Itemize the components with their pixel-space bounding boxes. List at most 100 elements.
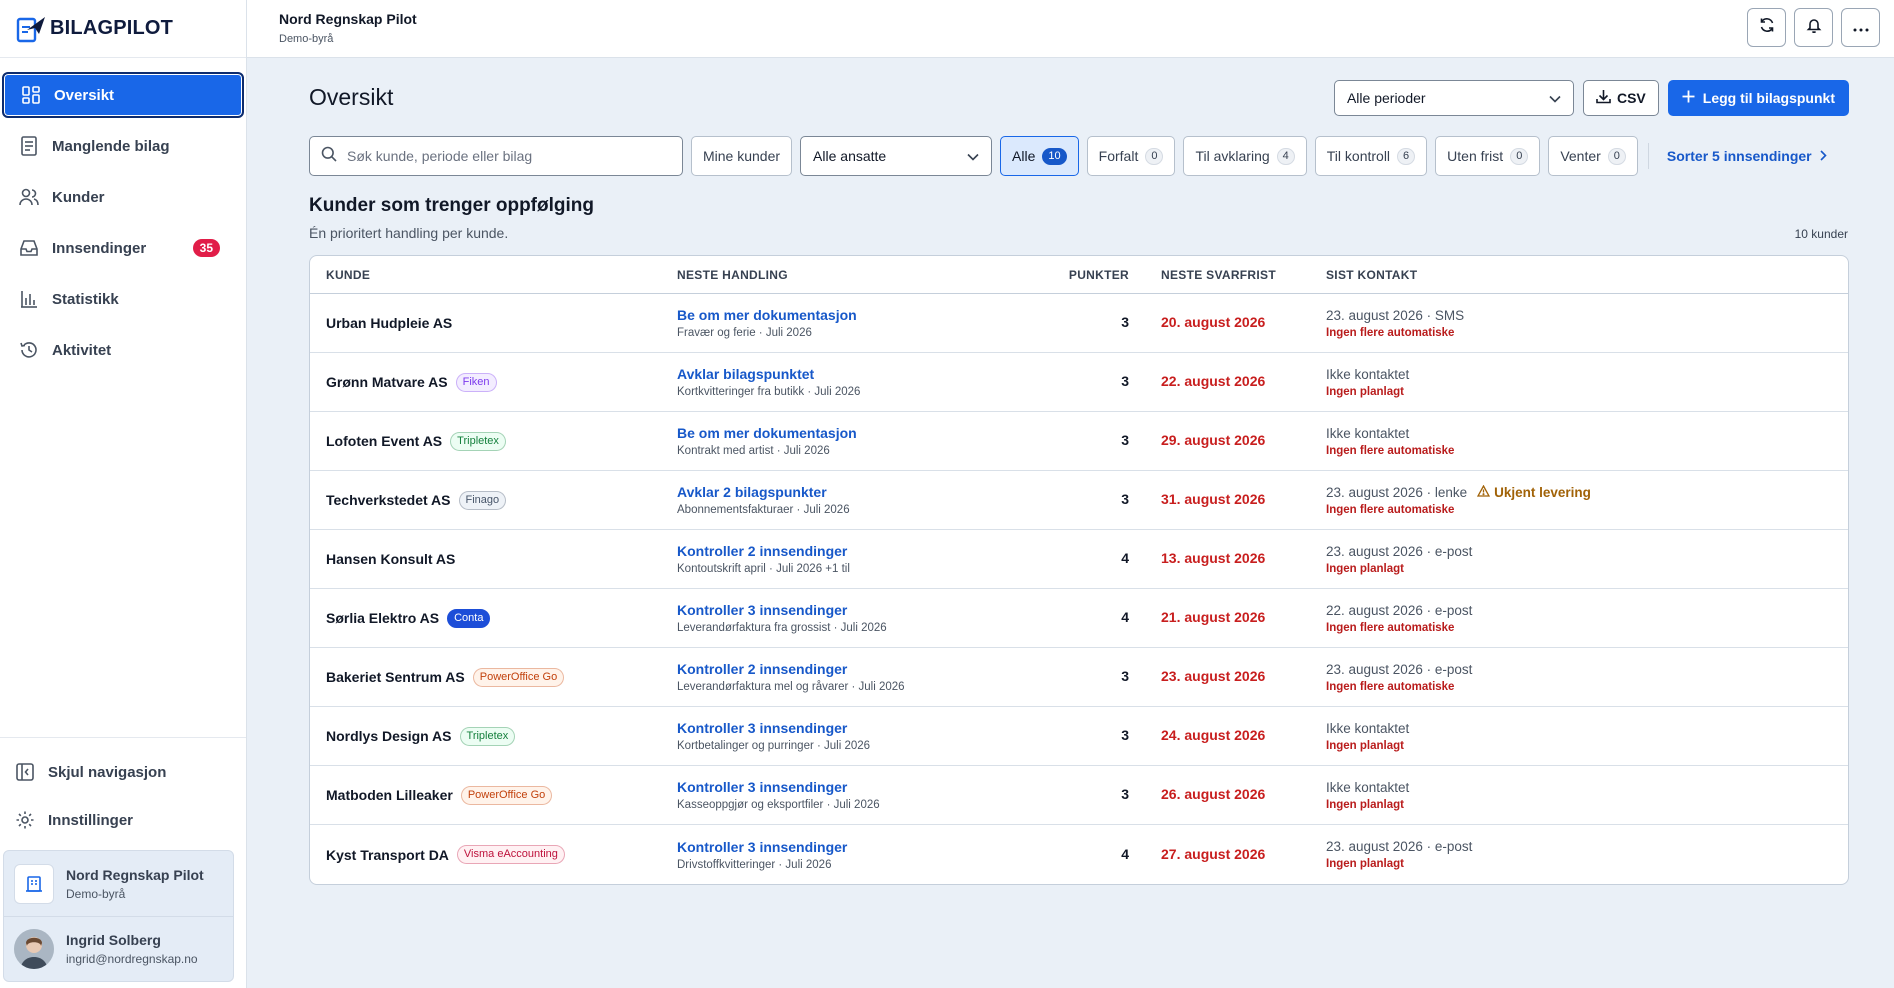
next-action-link[interactable]: Kontroller 3 innsendinger <box>677 720 1061 736</box>
next-action-detail: Kortkvitteringer fra butikk · Juli 2026 <box>677 386 861 398</box>
more-options-button[interactable] <box>1841 8 1880 47</box>
export-csv-button[interactable]: CSV <box>1582 80 1659 116</box>
next-action-cell: Be om mer dokumentasjon Kontrakt med arti… <box>677 425 1061 457</box>
next-action-link[interactable]: Kontroller 3 innsendinger <box>677 602 1061 618</box>
nav-item-innsendinger[interactable]: Innsendinger 35 <box>2 225 244 271</box>
refresh-button[interactable] <box>1747 8 1786 47</box>
search-field[interactable] <box>309 136 683 176</box>
accounting-system-tag: Conta <box>447 608 491 628</box>
next-action-link[interactable]: Avklar bilagspunktet <box>677 366 1061 382</box>
nav-item-kunder[interactable]: Kunder <box>2 174 244 220</box>
chart-icon <box>18 288 40 310</box>
sort-submissions-link[interactable]: Sorter 5 innsendinger <box>1667 148 1827 164</box>
customer-count: 10 kunder <box>1794 227 1848 241</box>
customer-name[interactable]: Hansen Konsult AS <box>326 551 455 567</box>
search-input[interactable] <box>347 148 647 164</box>
table-row[interactable]: Hansen Konsult AS Kontroller 2 innsending… <box>310 530 1848 589</box>
my-customers-label: Mine kunder <box>703 148 781 164</box>
column-header-punkter[interactable]: PUNKTER <box>1061 268 1129 282</box>
table-row[interactable]: Techverkstedet AS Finago Avklar 2 bilagspu… <box>310 471 1848 530</box>
table-row[interactable]: Sørlia Elektro AS Conta Kontroller 3 innse… <box>310 589 1848 648</box>
settings-button[interactable]: Innstillinger <box>0 796 246 844</box>
page-title: Oversikt <box>309 84 394 110</box>
next-action-link[interactable]: Be om mer dokumentasjon <box>677 425 1061 441</box>
settings-label: Innstillinger <box>48 811 134 829</box>
customer-name[interactable]: Nordlys Design AS <box>326 728 452 744</box>
due-date-cell: 31. august 2026 <box>1129 491 1326 509</box>
plus-icon <box>1682 90 1695 106</box>
table-row[interactable]: Matboden Lilleaker PowerOffice Go Kontroll… <box>310 766 1848 825</box>
points-value: 3 <box>1121 786 1129 802</box>
last-contact: Ikke kontaktet <box>1326 366 1410 382</box>
nav-item-oversikt[interactable]: Oversikt <box>2 72 244 118</box>
next-action-link[interactable]: Avklar 2 bilagspunkter <box>677 484 1061 500</box>
accounting-system-tag: Fiken <box>455 372 497 392</box>
nav-item-aktivitet[interactable]: Aktivitet <box>2 327 244 373</box>
hide-navigation-button[interactable]: Skjul navigasjon <box>0 748 246 796</box>
customer-name[interactable]: Urban Hudpleie AS <box>326 315 452 331</box>
filter-chip-count: 0 <box>1510 147 1529 165</box>
organization-subtitle: Demo-byrå <box>279 33 334 45</box>
accounting-system-tag: Visma eAccounting <box>456 845 565 864</box>
column-header-sist-kontakt[interactable]: SIST KONTAKT <box>1326 268 1848 282</box>
filter-chip-til-avklaring[interactable]: Til avklaring 4 <box>1183 136 1307 176</box>
points-value: 4 <box>1121 609 1129 625</box>
filter-chip-count: 4 <box>1276 147 1295 165</box>
column-header-kunde[interactable]: KUNDE <box>310 268 677 282</box>
last-contact: Ikke kontaktet <box>1326 779 1410 795</box>
add-voucher-item-button[interactable]: Legg til bilagspunkt <box>1667 80 1849 116</box>
inbox-icon <box>18 237 40 259</box>
customer-name[interactable]: Sørlia Elektro AS <box>326 610 439 626</box>
next-action-cell: Kontroller 3 innsendinger Kasseoppgjør og… <box>677 779 1061 811</box>
employees-select[interactable]: Alle ansatte <box>800 136 993 176</box>
my-customers-button[interactable]: Mine kunder <box>691 136 793 176</box>
next-action-link[interactable]: Kontroller 3 innsendinger <box>677 839 1061 855</box>
next-action-link[interactable]: Be om mer dokumentasjon <box>677 307 1061 323</box>
brand-logo[interactable]: BILAGPILOT <box>0 0 246 58</box>
filter-chip-til-kontroll[interactable]: Til kontroll 6 <box>1314 136 1428 176</box>
notifications-button[interactable] <box>1794 8 1833 47</box>
delivery-warning-label: Ukjent levering <box>1494 484 1591 500</box>
bell-icon <box>1806 17 1822 38</box>
table-row[interactable]: Urban Hudpleie AS Be om mer dokumentasjon… <box>310 294 1848 353</box>
filter-chip-forfalt[interactable]: Forfalt 0 <box>1086 136 1176 176</box>
period-select-value: Alle perioder <box>1346 90 1426 106</box>
filter-chip-uten-frist[interactable]: Uten frist 0 <box>1435 136 1541 176</box>
due-date-cell: 29. august 2026 <box>1129 432 1326 450</box>
period-select[interactable]: Alle perioder <box>1333 80 1574 116</box>
customer-name[interactable]: Techverkstedet AS <box>326 492 451 508</box>
user-menu[interactable]: Ingrid Solberg ingrid@nordregnskap.no <box>4 916 233 981</box>
points-cell: 3 <box>1061 373 1129 391</box>
nav-item-label: Oversikt <box>54 86 115 104</box>
customer-name[interactable]: Bakeriet Sentrum AS <box>326 669 465 685</box>
last-contact-cell: 23. august 2026 · e-post Ingen flere auto… <box>1326 662 1848 693</box>
section-subtitle: Én prioritert handling per kunde. <box>309 225 509 241</box>
customer-name[interactable]: Grønn Matvare AS <box>326 374 448 390</box>
table-row[interactable]: Lofoten Event AS Tripletex Be om mer dokum… <box>310 412 1848 471</box>
filter-chip-alle[interactable]: Alle 10 <box>1000 136 1079 176</box>
customer-cell: Kyst Transport DA Visma eAccounting <box>310 845 677 864</box>
due-date-cell: 26. august 2026 <box>1129 786 1326 804</box>
nav-item-manglende-bilag[interactable]: Manglende bilag <box>2 123 244 169</box>
nav-item-statistikk[interactable]: Statistikk <box>2 276 244 322</box>
customer-name[interactable]: Matboden Lilleaker <box>326 787 453 803</box>
points-cell: 3 <box>1061 432 1129 450</box>
table-row[interactable]: Kyst Transport DA Visma eAccounting Kontro… <box>310 825 1848 884</box>
next-action-link[interactable]: Kontroller 3 innsendinger <box>677 779 1061 795</box>
customer-name[interactable]: Kyst Transport DA <box>326 847 449 863</box>
due-date-cell: 21. august 2026 <box>1129 609 1326 627</box>
organization-switcher[interactable]: Nord Regnskap Pilot Demo-byrå <box>4 851 233 916</box>
customer-name[interactable]: Lofoten Event AS <box>326 433 442 449</box>
table-row[interactable]: Grønn Matvare AS Fiken Avklar bilagspunkte… <box>310 353 1848 412</box>
column-header-neste-svarfrist[interactable]: NESTE SVARFRIST <box>1129 268 1326 282</box>
panel-collapse-icon <box>14 761 36 783</box>
next-action-link[interactable]: Kontroller 2 innsendinger <box>677 661 1061 677</box>
table-row[interactable]: Nordlys Design AS Tripletex Kontroller 3 i… <box>310 707 1848 766</box>
next-action-link[interactable]: Kontroller 2 innsendinger <box>677 543 1061 559</box>
filter-chip-label: Venter <box>1560 148 1601 164</box>
column-header-neste-handling[interactable]: NESTE HANDLING <box>677 268 1061 282</box>
points-value: 3 <box>1121 314 1129 330</box>
filter-chip-venter[interactable]: Venter 0 <box>1548 136 1638 176</box>
due-date: 29. august 2026 <box>1161 432 1266 448</box>
table-row[interactable]: Bakeriet Sentrum AS PowerOffice Go Kontrol… <box>310 648 1848 707</box>
